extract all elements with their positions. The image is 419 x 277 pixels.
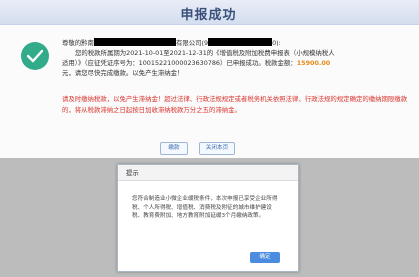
page-title: 申报成功	[180, 8, 237, 23]
message-line-2: 您的税款所属期为2021-10-01至2021-12-31的《增值税及附加税费申…	[75, 49, 335, 57]
title-bar: 申报成功	[0, 0, 419, 25]
tax-amount: 15900.00	[296, 59, 331, 67]
greeting-suffix: 0):	[272, 39, 281, 47]
success-check-icon	[21, 42, 49, 70]
message-line-3: 适用）》（应征凭证序号为：10015221000023630786）已申报成功。…	[62, 59, 297, 67]
pay-button[interactable]: 缴款	[160, 142, 188, 155]
page: 申报成功 尊敬的黔南 有限公司(9 0): 您的税款所属期为2021-10-01至2…	[0, 0, 419, 277]
message-line-3-tail: 元，请您尽快完成缴款。以免产生滞纳金！	[62, 69, 184, 77]
redacted-company-name	[93, 38, 176, 46]
dialog-header: 提示	[118, 165, 298, 181]
greeting-mid: 有限公司(9	[175, 39, 209, 47]
tip-dialog: 提示 您符合制造业小微企业缓税条件，本次申报已享受企业所得税、个人所得税、增值税…	[117, 164, 299, 272]
dialog-message: 您符合制造业小微企业缓税条件，本次申报已享受企业所得税、个人所得税、增值税、消费…	[132, 196, 278, 219]
dialog-title: 提示	[126, 169, 139, 177]
success-message: 尊敬的黔南 有限公司(9 0): 您的税款所属期为2021-10-01至2021-1…	[62, 38, 414, 78]
close-page-button[interactable]: 关闭本页	[199, 142, 235, 155]
greeting-prefix: 尊敬的黔南	[62, 39, 94, 47]
late-fee-warning: 请及时缴纳税款，以免产生滞纳金！超过法律、行政法规规定或者税务机关依照法律、行政…	[62, 95, 408, 114]
confirm-button[interactable]: 确定	[250, 252, 280, 263]
redacted-tax-id	[208, 38, 273, 46]
